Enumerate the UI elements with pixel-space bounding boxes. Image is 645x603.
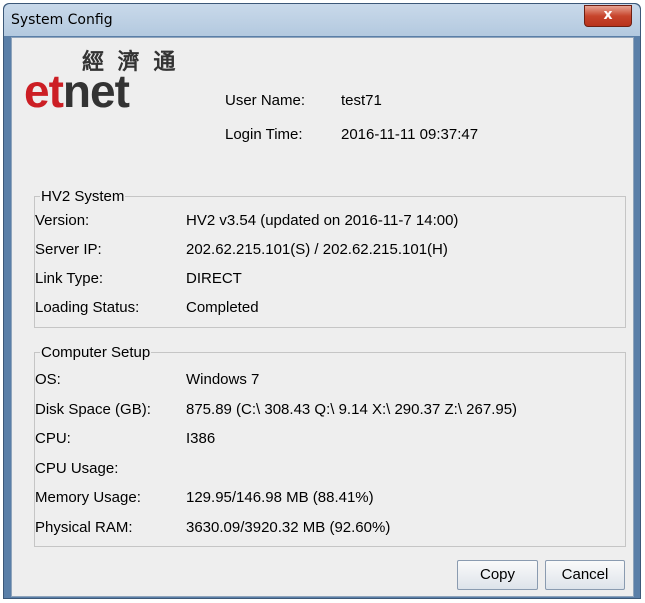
cancel-button[interactable]: Cancel [545,560,625,590]
hv2-system-title: HV2 System [41,188,125,205]
copy-button[interactable]: Copy [457,560,538,590]
computer-setup-group: Computer Setup [34,344,626,547]
close-button[interactable]: x [584,5,632,27]
title-bar[interactable]: System Config x [4,4,640,36]
logo-etnet-text: etnet [24,65,130,117]
login-time-value: 2016-11-11 09:37:47 [341,126,479,143]
window-title: System Config [11,12,113,28]
computer-setup-title: Computer Setup [41,344,151,361]
login-time-label: Login Time: [225,126,303,143]
user-name-value: test71 [341,92,382,109]
close-icon: x [603,7,613,23]
user-name-label: User Name: [225,92,306,109]
